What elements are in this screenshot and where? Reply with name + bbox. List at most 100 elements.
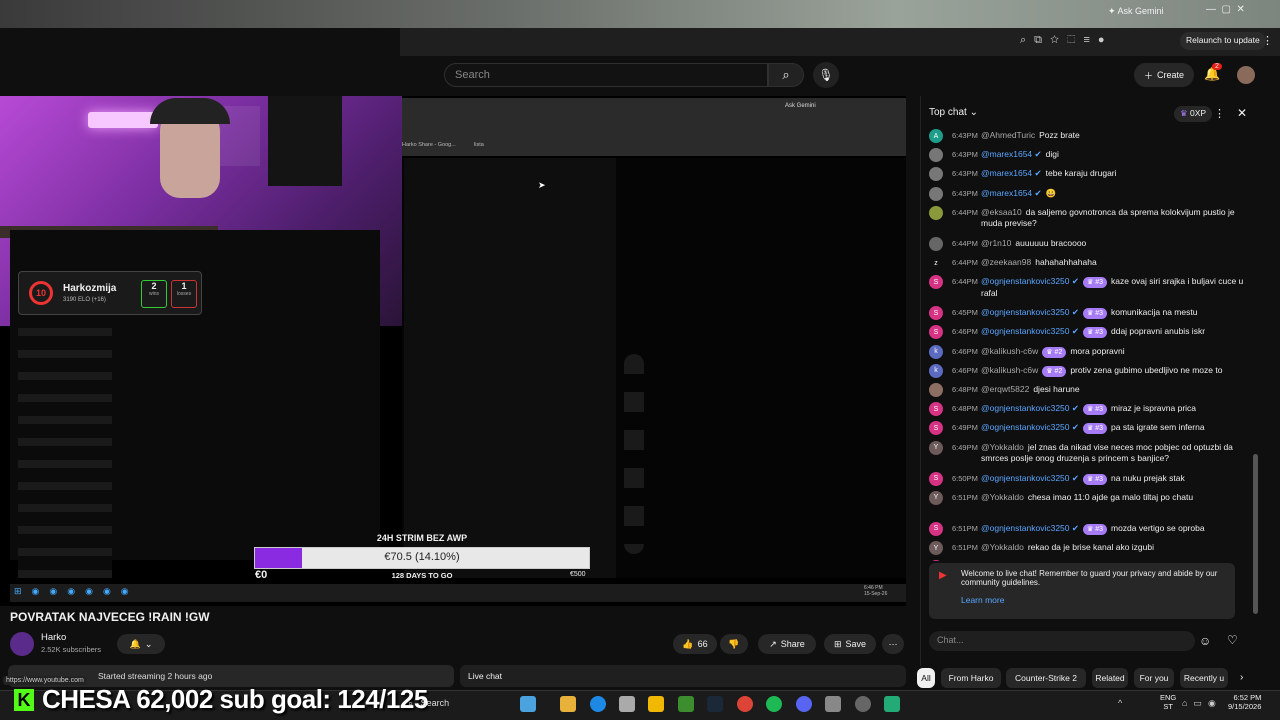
subscriber-count: 2.52K subscribers — [41, 645, 102, 654]
channel-name[interactable]: Harko — [41, 632, 66, 643]
chat-author[interactable]: @Yokkaldo — [981, 542, 1024, 552]
app-icon[interactable] — [825, 696, 841, 712]
subscribed-button[interactable]: 🔔 ⌄ — [117, 634, 165, 654]
taskbar-search[interactable]: ⌕ Search — [408, 698, 449, 709]
chat-author[interactable]: @r1n10 — [981, 238, 1011, 248]
chat-avatar[interactable]: A — [929, 129, 943, 143]
search-icon: ⌕ — [782, 67, 790, 82]
voice-search-button[interactable]: 🎙 — [813, 62, 839, 88]
chat-avatar[interactable] — [929, 205, 943, 220]
more-actions-button[interactable]: ⋯ — [882, 634, 904, 654]
edge-icon[interactable] — [590, 696, 606, 712]
ask-gemini-button[interactable]: ✦ Ask Gemini — [1108, 6, 1164, 17]
filter-chip[interactable]: Recently u — [1180, 668, 1228, 688]
chat-avatar[interactable]: Y — [929, 490, 943, 505]
filter-chip[interactable]: From Harko — [941, 668, 1001, 688]
chat-author[interactable]: @ognjenstankovic3250 ✔ — [981, 422, 1079, 432]
calculator-icon[interactable] — [884, 696, 900, 712]
chat-author[interactable]: @AhmedTuric — [981, 130, 1035, 140]
chevron-up-icon[interactable]: ^ — [1118, 698, 1122, 708]
chat-author[interactable]: @marex1654 ✔ — [981, 168, 1042, 178]
relaunch-button[interactable]: Relaunch to update — [1180, 32, 1266, 50]
chat-avatar[interactable]: S — [929, 306, 943, 321]
channel-avatar[interactable] — [10, 632, 34, 656]
search-icon: ⌕ — [408, 698, 414, 708]
chat-author[interactable]: @ognjenstankovic3250 ✔ — [981, 403, 1079, 413]
chat-avatar[interactable]: z — [929, 256, 943, 270]
chat-menu-icon[interactable]: ⋮ — [1214, 107, 1225, 120]
xp-badge[interactable]: ♛ 0XP — [1174, 106, 1213, 122]
heart-icon[interactable]: ♡ — [1227, 633, 1238, 647]
browser-toolbar-icons[interactable]: ⌕⧉☆⬚≡● — [1020, 34, 1113, 47]
store-icon[interactable] — [619, 696, 635, 712]
create-button[interactable]: ＋ Create — [1134, 63, 1194, 87]
chat-avatar[interactable] — [929, 148, 943, 163]
search-input[interactable]: Search — [444, 63, 768, 87]
filter-chip[interactable]: Counter-Strike 2 — [1006, 668, 1086, 688]
chat-author[interactable]: @eksaa10 — [981, 207, 1022, 217]
chat-input[interactable]: Chat... — [929, 631, 1195, 651]
chat-avatar[interactable] — [929, 383, 943, 397]
close-chat-icon[interactable]: ✕ — [1237, 106, 1247, 120]
chat-avatar[interactable] — [929, 167, 943, 182]
chat-author[interactable]: @ognjenstankovic3250 ✔ — [981, 276, 1079, 286]
chat-author[interactable]: @ognjenstankovic3250 ✔ — [981, 326, 1079, 336]
chat-author[interactable]: @ognjenstankovic3250 ✔ — [981, 473, 1079, 483]
emoji-icon[interactable]: ☺ — [1199, 634, 1211, 648]
chat-author[interactable]: @kalikush-c6w — [981, 365, 1038, 375]
chat-avatar[interactable] — [929, 186, 943, 201]
file-explorer-icon[interactable] — [560, 696, 576, 712]
chat-author[interactable]: @Yokkaldo — [981, 492, 1024, 502]
learn-more-link[interactable]: Learn more — [961, 595, 1227, 605]
chat-author[interactable]: @ognjenstankovic3250 ✔ — [981, 523, 1079, 533]
discord-icon[interactable] — [796, 696, 812, 712]
chat-author[interactable]: @Yokkaldo — [981, 442, 1024, 452]
dislike-button[interactable]: 👎 — [720, 634, 748, 654]
window-controls[interactable]: — ▢ ✕ — [1206, 4, 1245, 15]
chat-avatar[interactable]: S — [929, 275, 943, 290]
chat-avatar[interactable]: S — [929, 560, 943, 561]
chat-author[interactable]: @zeekaan98 — [981, 257, 1031, 267]
chat-avatar[interactable]: S — [929, 421, 943, 436]
language-indicator[interactable]: ENG ST — [1160, 693, 1176, 711]
chat-avatar[interactable]: k — [929, 344, 943, 359]
filter-chip[interactable]: All — [917, 668, 935, 688]
system-tray-icons[interactable]: ⌂▭◉ — [1182, 698, 1222, 709]
browser-menu-icon[interactable]: ⋮ — [1262, 34, 1273, 47]
steam-icon[interactable] — [707, 696, 723, 712]
like-button[interactable]: 👍 66 — [673, 634, 717, 654]
video-player[interactable]: Ask Gemini Harko Share - Goog... lista ➤… — [0, 96, 906, 606]
chat-avatar[interactable]: Y — [929, 541, 943, 555]
notifications-button[interactable]: 🔔 2 — [1204, 63, 1222, 82]
taskbar-clock[interactable]: 6:52 PM 9/15/2026 — [1228, 693, 1261, 711]
chat-mode-dropdown[interactable]: Top chat ⌄ — [929, 107, 978, 118]
chat-author[interactable]: @kalikush-c6w — [981, 346, 1038, 356]
widgets-icon[interactable] — [520, 696, 536, 712]
filter-chip[interactable]: Related — [1092, 668, 1128, 688]
account-avatar[interactable] — [1237, 66, 1255, 84]
save-button[interactable]: ⊞ Save — [824, 634, 876, 654]
chat-scrollbar[interactable] — [1253, 128, 1258, 620]
spotify-icon[interactable] — [766, 696, 782, 712]
sub-goal-overlay: CHESA 62,002 sub goal: 124/125 — [42, 684, 428, 714]
app-icon[interactable] — [648, 696, 664, 712]
chat-avatar[interactable]: S — [929, 402, 943, 417]
chat-avatar[interactable]: Y — [929, 440, 943, 455]
chrome-icon[interactable] — [737, 696, 753, 712]
chat-avatar[interactable]: S — [929, 521, 943, 536]
live-chat-toggle[interactable]: Live chat — [460, 665, 906, 687]
share-button[interactable]: ↗ Share — [758, 634, 816, 654]
app-icon[interactable] — [855, 696, 871, 712]
search-button[interactable]: ⌕ — [768, 63, 804, 87]
chat-avatar[interactable]: k — [929, 363, 943, 378]
chat-avatar[interactable] — [929, 236, 943, 251]
minecraft-icon[interactable] — [678, 696, 694, 712]
chat-avatar[interactable]: S — [929, 325, 943, 340]
chat-author[interactable]: @erqwt5822 — [981, 384, 1029, 394]
chat-author[interactable]: @marex1654 ✔ — [981, 188, 1042, 198]
filter-chip[interactable]: For you — [1134, 668, 1174, 688]
chat-author[interactable]: @marex1654 ✔ — [981, 149, 1042, 159]
chat-author[interactable]: @ognjenstankovic3250 ✔ — [981, 307, 1079, 317]
chat-avatar[interactable]: S — [929, 471, 943, 486]
chevron-right-icon[interactable]: › — [1240, 672, 1243, 683]
